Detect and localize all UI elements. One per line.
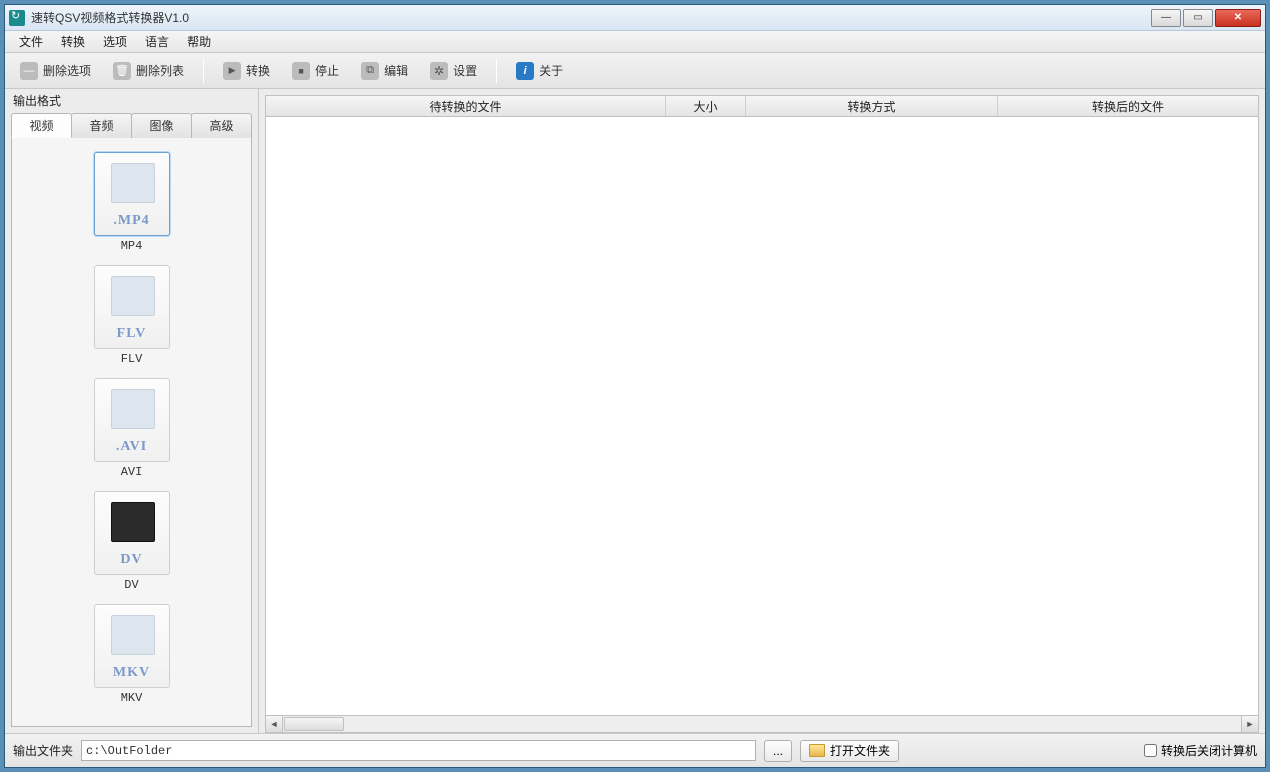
output-format-title: 输出格式 [5,89,258,109]
delete-selection-label: 删除选项 [43,62,91,79]
format-ext: .AVI [116,439,147,455]
scroll-right-arrow-icon[interactable]: ► [1241,716,1258,732]
edit-label: 编辑 [384,62,408,79]
tab-audio[interactable]: 音频 [71,113,132,138]
window-title: 速转QSV视频格式转换器V1.0 [31,9,189,26]
horizontal-scrollbar[interactable]: ◄ ► [265,716,1259,733]
file-icon [111,615,155,655]
stop-icon [292,62,310,80]
app-window: 速转QSV视频格式转换器V1.0 — ▭ ✕ 文件 转换 选项 语言 帮助 — … [4,4,1266,768]
delete-list-label: 删除列表 [136,62,184,79]
menu-options[interactable]: 选项 [95,31,135,52]
app-icon [9,10,25,26]
file-list-header: 待转换的文件 大小 转换方式 转换后的文件 [265,95,1259,117]
minus-icon: — [20,62,38,80]
format-thumb: MKV [94,604,170,688]
col-output[interactable]: 转换后的文件 [998,96,1258,116]
format-label: DV [87,578,177,592]
settings-button[interactable]: 设置 [421,58,486,84]
close-button[interactable]: ✕ [1215,9,1261,27]
scroll-thumb[interactable] [284,717,344,731]
edit-icon [361,62,379,80]
output-folder-input[interactable] [81,740,756,761]
tab-advanced[interactable]: 高级 [191,113,252,138]
bottombar: 输出文件夹 ... 打开文件夹 转换后关闭计算机 [5,733,1265,767]
stop-button[interactable]: 停止 [283,58,348,84]
tab-image[interactable]: 图像 [131,113,192,138]
about-button[interactable]: 关于 [507,58,572,84]
format-thumb: FLV [94,265,170,349]
folder-icon [809,744,825,757]
shutdown-label: 转换后关闭计算机 [1161,742,1257,759]
settings-label: 设置 [453,62,477,79]
toolbar-separator [203,59,204,83]
format-item-mkv[interactable]: MKV MKV [87,604,177,705]
convert-label: 转换 [246,62,270,79]
file-icon [111,163,155,203]
gear-icon [430,62,448,80]
format-thumb: .AVI [94,378,170,462]
menu-language[interactable]: 语言 [137,31,177,52]
col-file[interactable]: 待转换的文件 [266,96,666,116]
menubar: 文件 转换 选项 语言 帮助 [5,31,1265,53]
titlebar: 速转QSV视频格式转换器V1.0 — ▭ ✕ [5,5,1265,31]
open-folder-button[interactable]: 打开文件夹 [800,740,899,762]
left-panel: 输出格式 视频 音频 图像 高级 .MP4MP4FLVFLV.AVIAVIDVD… [5,89,259,733]
tab-video[interactable]: 视频 [11,113,72,138]
maximize-button[interactable]: ▭ [1183,9,1213,27]
about-label: 关于 [539,62,563,79]
file-icon [111,276,155,316]
trash-icon: 🗑 [113,62,131,80]
format-item-mp4[interactable]: .MP4 MP4 [87,152,177,253]
right-panel: 待转换的文件 大小 转换方式 转换后的文件 ◄ ► [259,89,1265,733]
toolbar-separator [496,59,497,83]
scroll-left-arrow-icon[interactable]: ◄ [266,716,283,732]
menu-help[interactable]: 帮助 [179,31,219,52]
format-label: MP4 [87,239,177,253]
col-method[interactable]: 转换方式 [746,96,998,116]
format-item-dv[interactable]: DV DV [87,491,177,592]
file-list-body[interactable] [265,117,1259,716]
format-list[interactable]: .MP4 MP4 FLV FLV .AVI AVI DV DV MKV MKV [11,137,252,727]
format-tabs: 视频 音频 图像 高级 [5,112,258,137]
file-icon [111,389,155,429]
format-label: MKV [87,691,177,705]
window-controls: — ▭ ✕ [1151,9,1261,27]
content: 输出格式 视频 音频 图像 高级 .MP4MP4FLVFLV.AVIAVIDVD… [5,89,1265,733]
minimize-button[interactable]: — [1151,9,1181,27]
format-ext: MKV [113,665,150,681]
output-folder-label: 输出文件夹 [13,742,73,759]
menu-convert[interactable]: 转换 [53,31,93,52]
format-ext: DV [120,552,142,568]
info-icon [516,62,534,80]
open-folder-label: 打开文件夹 [830,742,890,759]
edit-button[interactable]: 编辑 [352,58,417,84]
delete-selection-button[interactable]: — 删除选项 [11,58,100,84]
format-thumb: .MP4 [94,152,170,236]
browse-button[interactable]: ... [764,740,792,762]
format-label: FLV [87,352,177,366]
toolbar: — 删除选项 🗑 删除列表 转换 停止 编辑 设置 关于 [5,53,1265,89]
play-icon [223,62,241,80]
shutdown-checkbox[interactable] [1144,744,1157,757]
delete-list-button[interactable]: 🗑 删除列表 [104,58,193,84]
format-thumb: DV [94,491,170,575]
format-ext: .MP4 [113,213,149,229]
format-label: AVI [87,465,177,479]
browse-label: ... [773,744,783,758]
format-item-avi[interactable]: .AVI AVI [87,378,177,479]
shutdown-checkbox-wrap[interactable]: 转换后关闭计算机 [1144,742,1257,759]
format-item-flv[interactable]: FLV FLV [87,265,177,366]
menu-file[interactable]: 文件 [11,31,51,52]
col-size[interactable]: 大小 [666,96,746,116]
convert-button[interactable]: 转换 [214,58,279,84]
format-ext: FLV [117,326,147,342]
file-icon [111,502,155,542]
stop-label: 停止 [315,62,339,79]
